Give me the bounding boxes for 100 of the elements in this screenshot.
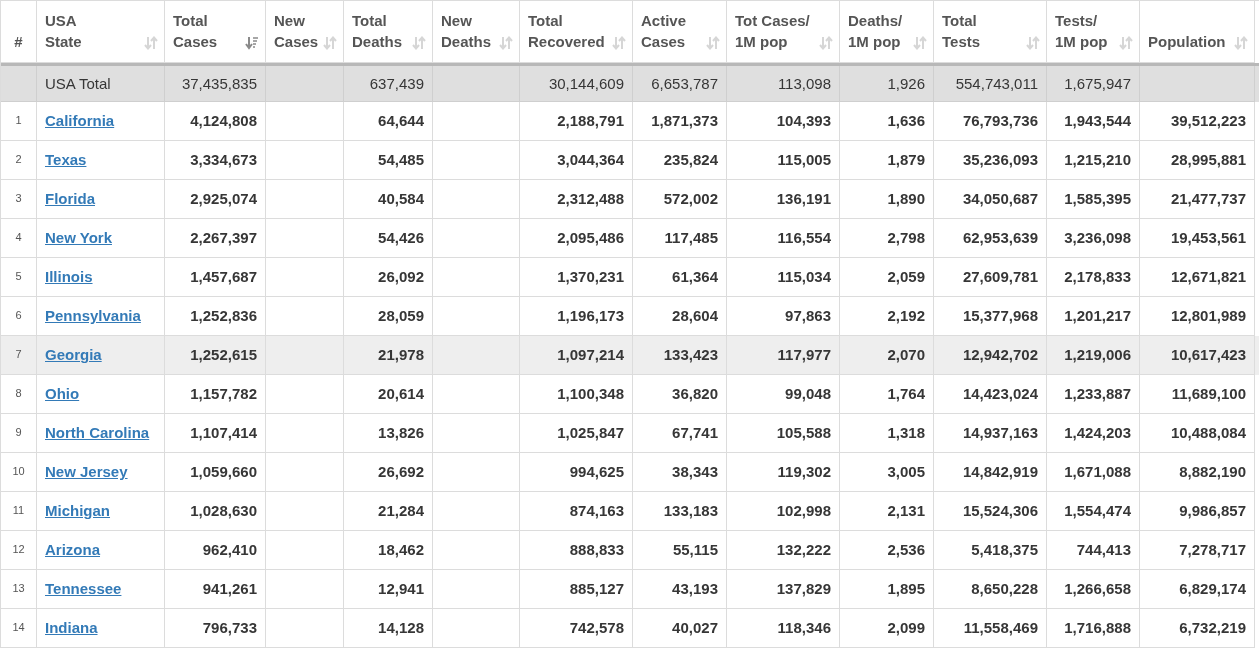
- column-header[interactable]: New Cases: [274, 10, 319, 52]
- rank-number: 4: [15, 230, 22, 245]
- column-header[interactable]: Population: [1148, 31, 1226, 52]
- data-value: 15,524,306: [962, 501, 1038, 521]
- state-link[interactable]: Ohio: [45, 383, 80, 404]
- data-value: 18,462: [378, 540, 424, 560]
- data-value: 35,236,093: [962, 150, 1038, 170]
- column-header[interactable]: USA State: [45, 10, 82, 52]
- data-value: 136,191: [776, 189, 831, 209]
- data-value: 21,978: [378, 345, 424, 365]
- table-row[interactable]: USA Total 37,435,835 637,439 30,144,609 6,653,787 113,098 1,926 554,743,011 1,675,947: [1, 63, 1259, 102]
- sort-icon[interactable]: [819, 36, 833, 50]
- sort-icon[interactable]: [1026, 36, 1040, 50]
- data-value: 36,820: [672, 384, 718, 404]
- data-value: 20,614: [378, 384, 424, 404]
- data-value: 34,050,687: [962, 189, 1038, 209]
- column-header[interactable]: Total Cases: [173, 10, 218, 52]
- sort-icon[interactable]: [1234, 36, 1248, 50]
- state-link[interactable]: Arizona: [45, 539, 100, 560]
- rank-number: 5: [15, 269, 22, 284]
- rank-number: 13: [12, 581, 25, 596]
- sort-icon[interactable]: [412, 36, 426, 50]
- state-link[interactable]: North Carolina: [45, 422, 150, 443]
- data-value: 54,485: [378, 150, 424, 170]
- state-link[interactable]: Pennsylvania: [45, 305, 141, 326]
- data-value: 14,937,163: [962, 423, 1038, 443]
- data-value: 6,653,787: [651, 74, 718, 94]
- data-value: 1,879: [887, 150, 925, 170]
- data-value: 137,829: [776, 579, 831, 599]
- data-value: 1,025,847: [557, 423, 624, 443]
- total-label: USA Total: [45, 74, 111, 94]
- data-value: 1,201,217: [1064, 306, 1131, 326]
- data-value: 21,477,737: [1170, 189, 1246, 209]
- state-link[interactable]: California: [45, 110, 115, 131]
- data-value: 2,798: [887, 228, 925, 248]
- state-link[interactable]: Florida: [45, 188, 95, 209]
- rank-number: 2: [15, 152, 22, 167]
- data-value: 1,554,474: [1064, 501, 1131, 521]
- data-value: 2,095,486: [557, 228, 624, 248]
- sort-icon[interactable]: [1119, 36, 1133, 50]
- column-header[interactable]: Total Recovered: [528, 10, 605, 52]
- sort-descending-icon[interactable]: [245, 36, 259, 50]
- data-value: 2,267,397: [190, 228, 257, 248]
- table-row[interactable]: 7 Georgia 1,252,615 21,978 1,097,214 133,423 117,977 2,070 12,942,702 1,219,006 10,617,423: [1, 336, 1259, 375]
- data-value: 28,059: [378, 306, 424, 326]
- data-value: 21,284: [378, 501, 424, 521]
- data-value: 235,824: [663, 150, 718, 170]
- state-link[interactable]: Texas: [45, 149, 87, 170]
- sort-icon[interactable]: [499, 36, 513, 50]
- column-header[interactable]: Total Deaths: [352, 10, 403, 52]
- data-value: 1,871,373: [651, 111, 718, 131]
- data-value: 1,370,231: [557, 267, 624, 287]
- column-header[interactable]: Deaths/ 1M pop: [848, 10, 903, 52]
- rank-number: 12: [12, 542, 25, 557]
- sort-icon[interactable]: [706, 36, 720, 50]
- data-value: 76,793,736: [962, 111, 1038, 131]
- rank-number: 3: [15, 191, 22, 206]
- data-value: 62,953,639: [962, 228, 1038, 248]
- state-link[interactable]: Michigan: [45, 500, 110, 521]
- data-value: 2,131: [887, 501, 925, 521]
- data-value: 26,092: [378, 267, 424, 287]
- data-value: 40,584: [378, 189, 424, 209]
- column-header[interactable]: Tests/ 1M pop: [1055, 10, 1108, 52]
- data-value: 2,070: [887, 345, 925, 365]
- sort-icon[interactable]: [144, 36, 158, 50]
- data-value: 104,393: [776, 111, 831, 131]
- rank-number: 6: [15, 308, 22, 323]
- state-link[interactable]: Indiana: [45, 617, 98, 638]
- data-value: 11,558,469: [963, 618, 1038, 638]
- data-value: 38,343: [672, 462, 718, 482]
- data-value: 3,334,673: [190, 150, 257, 170]
- column-header: #: [14, 32, 23, 52]
- state-link[interactable]: Tennessee: [45, 578, 122, 599]
- sort-icon[interactable]: [323, 36, 337, 50]
- state-link[interactable]: Illinois: [45, 266, 93, 287]
- data-value: 8,882,190: [1179, 462, 1246, 482]
- data-value: 3,005: [887, 462, 925, 482]
- data-value: 14,842,919: [962, 462, 1038, 482]
- state-link[interactable]: Georgia: [45, 344, 102, 365]
- data-value: 1,100,348: [557, 384, 624, 404]
- state-link[interactable]: New York: [45, 227, 112, 248]
- data-value: 1,059,660: [190, 462, 257, 482]
- rank-number: 11: [12, 503, 25, 518]
- column-header[interactable]: Active Cases: [641, 10, 687, 52]
- data-value: 1,636: [887, 111, 925, 131]
- data-value: 874,163: [569, 501, 624, 521]
- rank-number: 7: [15, 347, 22, 362]
- column-header[interactable]: Total Tests: [942, 10, 981, 52]
- data-value: 39,512,223: [1170, 111, 1246, 131]
- rank-number: 10: [12, 464, 25, 479]
- data-value: 1,266,658: [1064, 579, 1131, 599]
- data-value: 1,943,544: [1064, 111, 1131, 131]
- data-value: 26,692: [378, 462, 424, 482]
- data-value: 962,410: [202, 540, 257, 560]
- sort-icon[interactable]: [612, 36, 626, 50]
- data-value: 3,044,364: [557, 150, 624, 170]
- state-link[interactable]: New Jersey: [45, 461, 128, 482]
- column-header[interactable]: Tot Cases/ 1M pop: [735, 10, 810, 52]
- column-header[interactable]: New Deaths: [441, 10, 492, 52]
- sort-icon[interactable]: [913, 36, 927, 50]
